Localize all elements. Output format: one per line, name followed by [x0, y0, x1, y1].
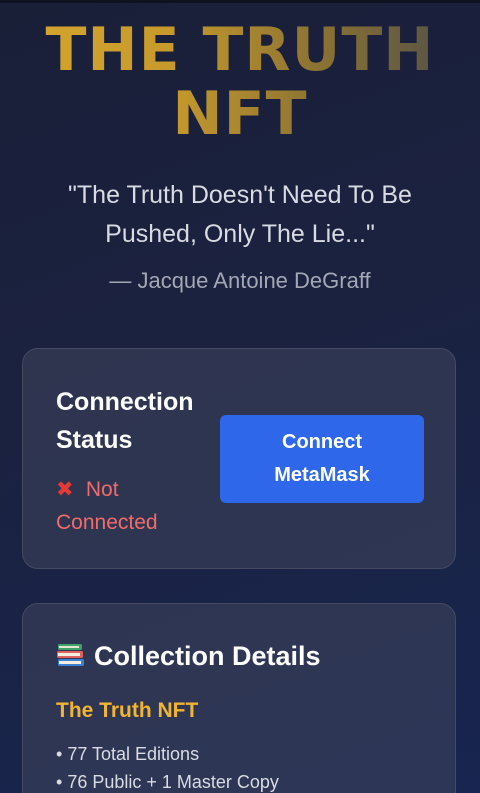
- title-line-2: NFT: [172, 79, 308, 149]
- hero-section: THE TRUTH NFT "The Truth Doesn't Need To…: [0, 18, 480, 294]
- top-edge: [0, 0, 480, 3]
- connection-status-value: ✖ Not Connected: [56, 473, 216, 539]
- detail-item: 77 Total Editions: [56, 740, 279, 768]
- collection-heading-text: Collection Details: [94, 641, 321, 671]
- title-line-1: THE TRUTH: [45, 15, 435, 85]
- collection-detail-list: 77 Total Editions 76 Public + 1 Master C…: [56, 740, 279, 793]
- quote-author: — Jacque Antoine DeGraff: [109, 268, 371, 293]
- connection-status-heading: Connection Status: [56, 388, 194, 454]
- books-icon: [57, 644, 84, 666]
- connection-status-card: Connection Status ✖ Not Connected Connec…: [22, 348, 456, 569]
- quote-text: "The Truth Doesn't Need To Be Pushed, On…: [68, 181, 412, 248]
- collection-name: The Truth NFT: [56, 699, 199, 722]
- collection-details-card: Collection Details The Truth NFT 77 Tota…: [22, 603, 456, 793]
- detail-item: 76 Public + 1 Master Copy: [56, 768, 279, 793]
- x-mark-icon: ✖: [56, 478, 74, 501]
- collection-details-heading: Collection Details: [56, 638, 321, 674]
- page-title: THE TRUTH NFT: [0, 18, 480, 146]
- connection-status-info: Connection Status ✖ Not Connected: [56, 383, 216, 539]
- connect-metamask-button[interactable]: Connect MetaMask: [220, 415, 424, 503]
